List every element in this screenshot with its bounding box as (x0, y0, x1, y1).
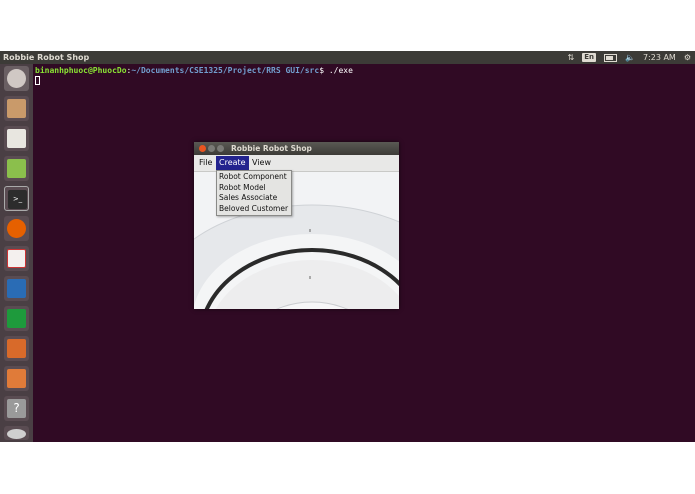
pdf-viewer-icon[interactable] (4, 246, 29, 271)
window-title: Robbie Robot Shop (231, 144, 312, 153)
menu-item-robot-component[interactable]: Robot Component (217, 172, 291, 183)
settings-gear-icon[interactable]: ⚙ (684, 51, 691, 64)
network-icon[interactable]: ⇅ (568, 51, 575, 64)
launcher: >_ ? (0, 64, 33, 442)
firefox-icon[interactable] (4, 216, 29, 241)
menu-view[interactable]: View (249, 156, 274, 170)
menu-create[interactable]: Create (216, 156, 249, 170)
dash-home-icon[interactable] (4, 66, 29, 91)
maximize-icon[interactable] (217, 145, 224, 152)
minimize-icon[interactable] (208, 145, 215, 152)
system-tray: ⇅ En 🔈 7:23 AM ⚙ (568, 51, 691, 64)
terminal-line: binanhphuoc@PhuocDo:~/Documents/CSE1325/… (35, 66, 695, 76)
libreoffice-impress-icon[interactable] (4, 336, 29, 361)
help-icon[interactable]: ? (4, 396, 29, 421)
menu-item-beloved-customer[interactable]: Beloved Customer (217, 204, 291, 215)
clock[interactable]: 7:23 AM (643, 51, 676, 64)
battery-icon[interactable] (603, 53, 617, 62)
close-icon[interactable] (199, 145, 206, 152)
create-menu-dropdown: Robot Component Robot Model Sales Associ… (216, 170, 292, 216)
terminal-command: ./exe (328, 66, 353, 75)
terminal-cursor (35, 76, 40, 85)
keyboard-icon[interactable]: En (582, 53, 596, 62)
active-window-title: Robbie Robot Shop (3, 53, 90, 62)
terminal-icon[interactable]: >_ (4, 186, 29, 211)
libreoffice-calc-icon[interactable] (4, 306, 29, 331)
top-panel: Robbie Robot Shop ⇅ En 🔈 7:23 AM ⚙ (0, 51, 695, 64)
software-center-icon[interactable] (4, 366, 29, 391)
window-titlebar[interactable]: Robbie Robot Shop (194, 142, 399, 155)
volume-icon[interactable]: 🔈 (625, 51, 635, 64)
prompt-user: binanhphuoc@PhuocDo (35, 66, 127, 75)
file-manager-icon[interactable] (4, 96, 29, 121)
app-window: Robbie Robot Shop File Create View Robot… (194, 142, 399, 309)
libreoffice-writer-icon[interactable] (4, 276, 29, 301)
prompt-path: ~/Documents/CSE1325/Project/RRS GUI/src (131, 66, 320, 75)
menu-item-robot-model[interactable]: Robot Model (217, 183, 291, 194)
dvd-icon[interactable] (4, 426, 29, 440)
text-editor-icon[interactable] (4, 126, 29, 151)
prompt-end: $ (319, 66, 329, 75)
menu-item-sales-associate[interactable]: Sales Associate (217, 193, 291, 204)
menu-file[interactable]: File (196, 156, 215, 170)
system-monitor-icon[interactable] (4, 156, 29, 181)
